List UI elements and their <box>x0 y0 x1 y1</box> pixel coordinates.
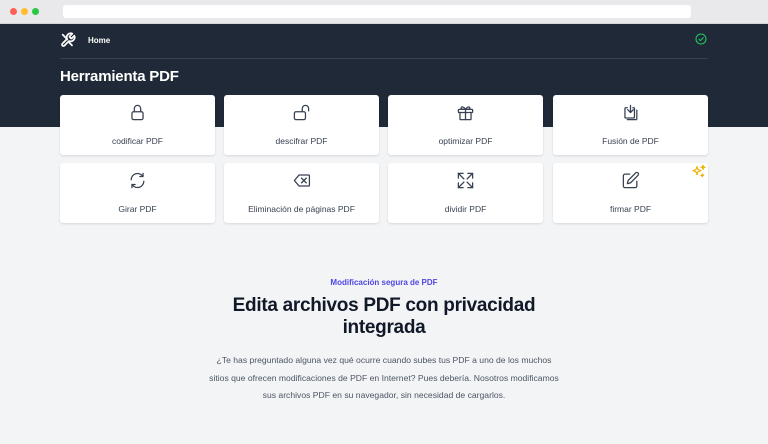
tool-card-encrypt[interactable]: codificar PDF <box>60 95 215 155</box>
sparkles-icon <box>692 164 706 178</box>
tool-label: Fusión de PDF <box>602 136 659 146</box>
backspace-delete-icon <box>293 174 311 187</box>
gift-icon <box>457 106 474 121</box>
nav-home-link[interactable]: Home <box>88 36 110 45</box>
tool-card-sign[interactable]: firmar PDF <box>553 163 708 223</box>
merge-download-icon <box>624 104 638 121</box>
tool-card-merge[interactable]: Fusión de PDF <box>553 95 708 155</box>
tool-label: Girar PDF <box>118 204 157 214</box>
tool-card-split[interactable]: dividir PDF <box>388 163 543 223</box>
feature-description: ¿Te has preguntado alguna vez qué ocurre… <box>209 355 559 400</box>
address-bar[interactable] <box>63 5 691 18</box>
tool-card-delete-pages[interactable]: Eliminación de páginas PDF <box>224 163 379 223</box>
tool-label: firmar PDF <box>609 204 652 214</box>
tool-card-decrypt[interactable]: descifrar PDF <box>224 95 379 155</box>
check-circle-icon <box>695 33 707 45</box>
close-window-button[interactable] <box>10 8 17 15</box>
expand-icon <box>457 172 474 189</box>
browser-chrome <box>0 0 768 24</box>
tool-label: codificar PDF <box>111 136 163 146</box>
minimize-window-button[interactable] <box>21 8 28 15</box>
unlock-icon <box>293 104 310 121</box>
feature-eyebrow: Modificación segura de PDF <box>330 278 438 287</box>
lock-icon <box>131 104 144 121</box>
tool-label: dividir PDF <box>444 204 487 214</box>
tool-label: descifrar PDF <box>275 136 328 146</box>
page-title: Herramienta PDF <box>60 68 179 85</box>
feature-headline: Edita archivos PDF con privacidad integr… <box>232 295 536 338</box>
header-divider <box>60 58 708 59</box>
tool-label: Eliminación de páginas PDF <box>248 204 355 214</box>
tools-icon[interactable] <box>60 32 76 48</box>
rotate-icon <box>130 172 145 189</box>
tool-card-optimize[interactable]: optimizar PDF <box>388 95 543 155</box>
pen-sign-icon <box>622 171 640 189</box>
tool-label: optimizar PDF <box>438 136 493 146</box>
maximize-window-button[interactable] <box>32 8 39 15</box>
tool-card-rotate[interactable]: Girar PDF <box>60 163 215 223</box>
